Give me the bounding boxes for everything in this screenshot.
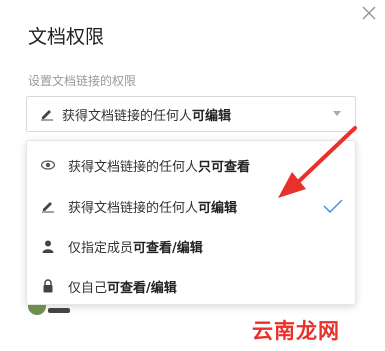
permission-select[interactable]: 获得文档链接的任何人可编辑	[26, 96, 356, 132]
menu-item-members[interactable]: 仅指定成员可查看/编辑	[27, 227, 355, 265]
menu-item-view-only[interactable]: 获得文档链接的任何人只可查看	[27, 146, 355, 184]
member-name-peek	[48, 308, 70, 313]
pencil-icon	[41, 110, 53, 121]
watermark-text: 云南龙网	[252, 319, 340, 343]
section-label: 设置文档链接的权限	[28, 74, 137, 88]
avatar	[28, 305, 46, 315]
menu-item-self-only[interactable]: 仅自己可查看/编辑	[27, 267, 355, 305]
menu-item-label: 仅自己可查看/编辑	[68, 280, 177, 296]
checkmark-icon	[323, 199, 343, 213]
close-icon[interactable]	[360, 4, 378, 22]
select-value: 获得文档链接的任何人可编辑	[62, 108, 232, 124]
menu-item-edit[interactable]: 获得文档链接的任何人可编辑	[27, 187, 355, 225]
menu-item-label: 获得文档链接的任何人可编辑	[68, 200, 238, 216]
chevron-down-icon	[333, 111, 341, 116]
permission-dialog: 文档权限 设置文档链接的权限 获得文档链接的任何人可编辑 获得文档链接的任何人只…	[0, 0, 385, 351]
permission-menu: 获得文档链接的任何人只可查看 获得文档链接的任何人可编辑 仅指定成员可查看/编辑	[26, 140, 356, 305]
user-icon	[42, 240, 54, 253]
lock-icon	[43, 279, 53, 293]
menu-item-label: 获得文档链接的任何人只可查看	[68, 159, 251, 175]
menu-item-label: 仅指定成员可查看/编辑	[68, 240, 203, 256]
dialog-title: 文档权限	[28, 26, 105, 48]
eye-icon	[41, 160, 55, 170]
pencil-icon	[42, 202, 54, 213]
